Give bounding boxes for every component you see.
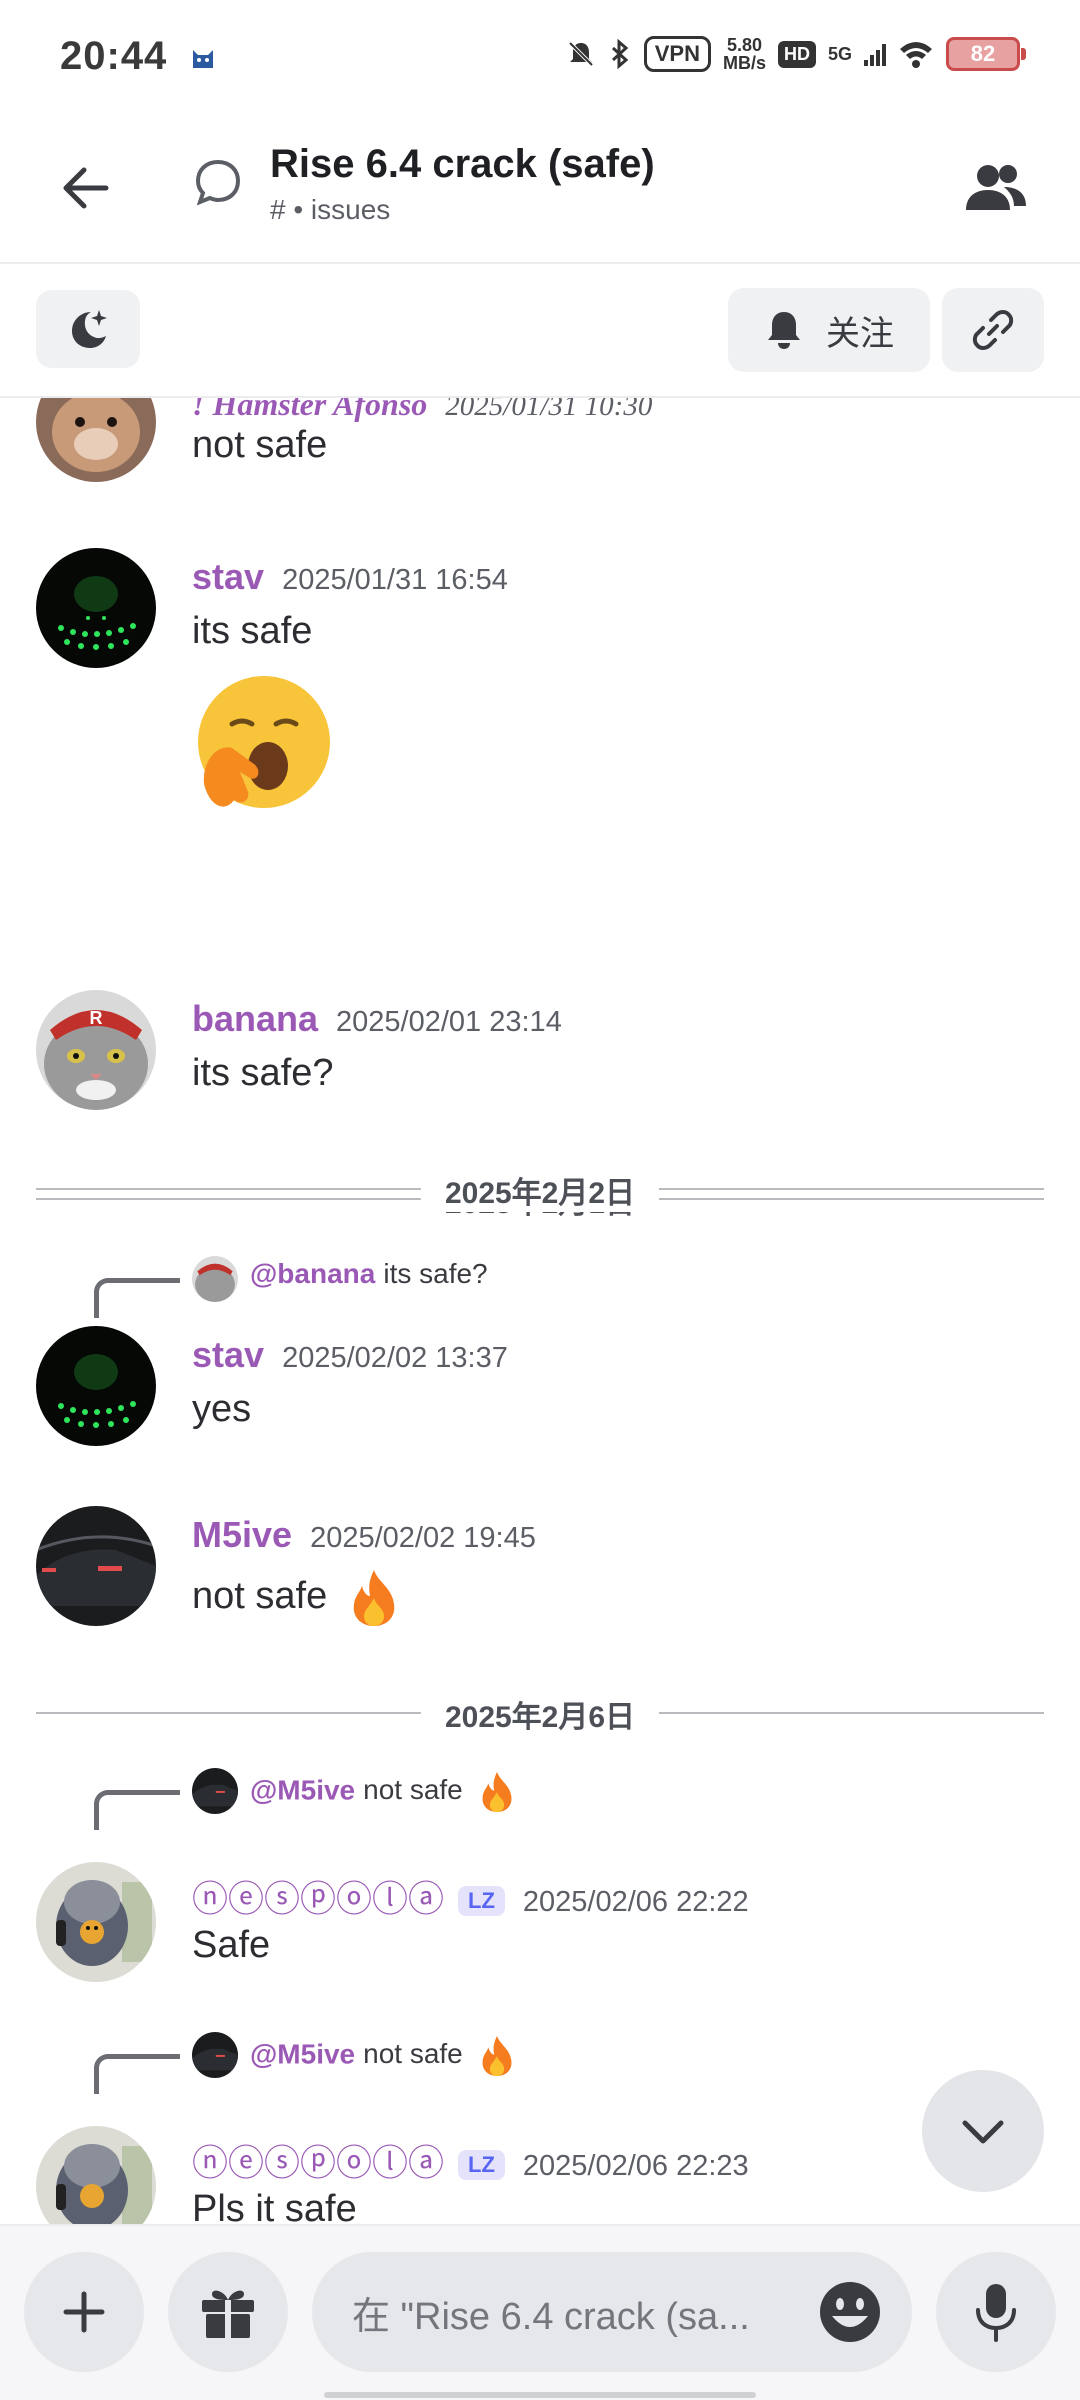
message-timestamp: 2025/02/06 22:22 <box>522 1886 749 1918</box>
reply-connector <box>94 1790 180 1830</box>
message-timestamp: 2025/02/02 19:45 <box>310 1522 536 1554</box>
follow-label: 关注 <box>826 314 894 353</box>
message-timestamp: 2025/01/31 16:54 <box>282 564 508 596</box>
status-icons: VPN 5.80 MB/s HD 5G 82 <box>566 35 1026 73</box>
fire-emoji <box>482 1772 512 1812</box>
members-icon <box>966 165 1026 210</box>
message-author[interactable]: ⓝⓔⓢⓟⓞⓛⓐ LZ 2025/02/06 22:22 <box>192 1870 749 1922</box>
message-author[interactable]: stav 2025/02/02 13:37 <box>192 1334 508 1376</box>
message-timestamp: 2025/02/02 13:37 <box>282 1342 508 1374</box>
battery-indicator: 82 <box>946 37 1026 71</box>
svg-text:R: R <box>90 1008 103 1028</box>
reply-text: not safe <box>363 2038 463 2070</box>
signal-bars-icon <box>864 44 886 66</box>
mute-bell-icon <box>568 41 594 67</box>
reply-avatar <box>192 1768 238 1814</box>
thread-bubble-icon <box>195 159 241 206</box>
message-composer: 在 "Rise 6.4 crack (sa... <box>0 2224 1080 2400</box>
message-text: not safe <box>192 424 328 466</box>
add-attachment-button[interactable] <box>24 2252 144 2372</box>
message-author[interactable]: banana 2025/02/01 23:14 <box>192 998 562 1040</box>
reply-preview[interactable]: @banana its safe? <box>94 1250 994 1318</box>
reply-author[interactable]: @M5ive not safe <box>250 2034 517 2078</box>
message-author[interactable]: ! Hamster Afonso 2025/01/31 10:30 <box>192 398 652 423</box>
message-text: Pls it safe <box>192 2188 357 2224</box>
reply-text: its safe? <box>383 1258 488 1289</box>
reply-text: not safe <box>363 1774 463 1806</box>
message-timestamp: 2025/02/06 22:23 <box>522 2150 749 2182</box>
copy-link-button[interactable] <box>942 288 1044 372</box>
moon-button[interactable] <box>36 290 140 368</box>
home-indicator <box>324 2392 756 2398</box>
scroll-to-bottom-button[interactable] <box>922 2070 1044 2192</box>
gift-button[interactable] <box>168 2252 288 2372</box>
emoji-icon[interactable] <box>818 2280 882 2344</box>
channel-title: Rise 6.4 crack (safe) <box>270 142 655 186</box>
avatar[interactable] <box>36 1506 156 1626</box>
thread-action-bar: 关注 <box>0 264 1080 398</box>
chevron-down-icon <box>962 2120 1004 2144</box>
message-author[interactable]: stav 2025/01/31 16:54 <box>192 556 508 598</box>
message-text: its safe? <box>192 1052 334 1094</box>
fire-emoji <box>482 2036 512 2076</box>
cat-notification-icon <box>193 50 213 68</box>
bluetooth-icon <box>611 39 628 69</box>
gift-icon <box>202 2290 254 2338</box>
role-badge: LZ <box>458 2150 505 2181</box>
role-badge: LZ <box>458 1886 505 1917</box>
plus-icon <box>63 2291 105 2333</box>
channel-header: Rise 6.4 crack (safe) # • issues <box>0 112 1080 264</box>
vpn-badge: VPN <box>643 36 711 72</box>
message-input-placeholder: 在 "Rise 6.4 crack (sa... <box>352 2295 750 2338</box>
follow-button[interactable]: 关注 <box>728 288 930 372</box>
message-text: Safe <box>192 1924 271 1966</box>
message-author[interactable]: ⓝⓔⓢⓟⓞⓛⓐ LZ 2025/02/06 22:23 <box>192 2134 749 2186</box>
date-divider: 2025年2月6日 <box>36 1692 1044 1736</box>
message-text: not safe <box>192 1568 402 1628</box>
wifi-icon <box>900 42 932 68</box>
back-button[interactable] <box>46 148 126 228</box>
reply-preview[interactable]: @M5ive not safe <box>94 2026 994 2094</box>
avatar[interactable] <box>36 1862 156 1982</box>
reply-avatar <box>192 2032 238 2078</box>
reply-connector <box>94 2054 180 2094</box>
status-time: 20:44 <box>60 34 168 78</box>
avatar[interactable] <box>36 2126 156 2224</box>
avatar[interactable] <box>36 548 156 668</box>
channel-subtitle: # • issues <box>270 194 391 225</box>
reply-avatar <box>192 1256 238 1302</box>
reply-connector <box>94 1278 180 1318</box>
message-timestamp: 2025/02/01 23:14 <box>336 1006 562 1038</box>
avatar[interactable] <box>36 398 156 482</box>
message-input[interactable]: 在 "Rise 6.4 crack (sa... <box>312 2252 912 2372</box>
date-divider: 2025年2月2日 <box>36 1168 1044 1212</box>
network-speed: 5.80 MB/s <box>722 35 766 73</box>
avatar[interactable] <box>36 1326 156 1446</box>
reply-author[interactable]: @banana its safe? <box>250 1258 488 1290</box>
hd-badge: HD <box>777 40 816 68</box>
yawning-face-emoji[interactable] <box>192 674 332 814</box>
signal-5g: 5G <box>827 43 852 64</box>
reply-author[interactable]: @M5ive not safe <box>250 1770 517 1814</box>
avatar[interactable]: R <box>36 990 156 1110</box>
arrow-left-icon <box>63 167 109 209</box>
message-text: yes <box>192 1388 252 1430</box>
message-timestamp: 2025/01/31 10:30 <box>445 398 653 422</box>
fire-emoji <box>353 1570 395 1626</box>
voice-message-button[interactable] <box>936 2252 1056 2372</box>
bell-icon <box>768 312 800 349</box>
message-author[interactable]: M5ive 2025/02/02 19:45 <box>192 1514 536 1556</box>
members-button[interactable] <box>960 152 1032 224</box>
status-bar: 20:44 VPN 5.80 MB/s HD 5G 82 <box>0 0 1080 112</box>
message-list[interactable]: ! Hamster Afonso 2025/01/31 10:30 not saf… <box>0 398 1080 2224</box>
moon-icon <box>72 310 107 348</box>
mic-icon <box>976 2284 1016 2342</box>
link-icon <box>972 310 1014 350</box>
message-text: its safe <box>192 610 313 652</box>
reply-preview[interactable]: @M5ive not safe <box>94 1762 994 1830</box>
